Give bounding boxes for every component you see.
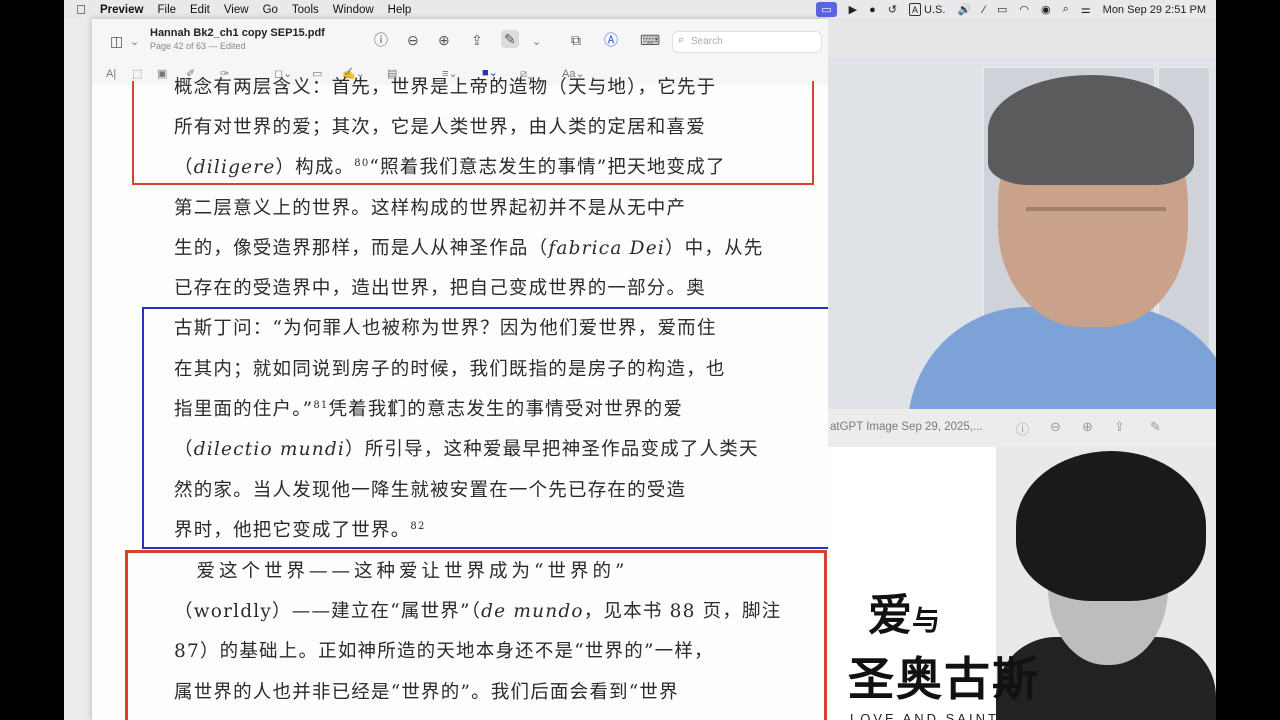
apple-menu-icon[interactable]: : [70, 2, 92, 17]
search-field[interactable]: ⌕ Search: [672, 31, 822, 53]
text-cursor-icon: ⌶: [387, 398, 398, 419]
share-icon[interactable]: ⇪: [1114, 419, 1125, 435]
input-source-label: U.S.: [924, 3, 946, 16]
app-menu[interactable]: Preview: [100, 4, 143, 16]
spotlight-search-icon[interactable]: ⌕: [1063, 2, 1069, 17]
zoom-out-icon[interactable]: ⊖: [1050, 419, 1061, 435]
book-subtitle: LOVE AND SAINT AUGUSTINE: [850, 711, 1108, 720]
book-cover-image: 爱与 圣奥古斯 LOVE AND SAINT AUGUSTINE: [828, 447, 1216, 720]
zoom-out-icon[interactable]: ⊖: [407, 33, 419, 47]
markup-pen-icon[interactable]: ✎: [501, 30, 519, 48]
history-icon[interactable]: ↺: [888, 2, 897, 17]
menu-window[interactable]: Window: [333, 4, 374, 16]
blue-highlight-box[interactable]: [142, 307, 828, 549]
search-icon: ⌕: [678, 34, 685, 46]
menu-extras: ▭ ▶ ● ↺ A U.S. 🔊 ⁄ ▭ ◠ ◉ ⌕ ⚌ Mon Sep 29 …: [816, 0, 1206, 19]
red-highlight-box[interactable]: [132, 81, 814, 185]
user-icon[interactable]: ◉: [1041, 2, 1051, 17]
form-filling-icon[interactable]: ⌨: [640, 33, 660, 47]
text-line: 已存在的受造界中，造出世界，把自己变成世界的一部分。奥: [174, 278, 706, 299]
menu-go[interactable]: Go: [263, 4, 278, 16]
menu-edit[interactable]: Edit: [190, 4, 210, 16]
info-icon[interactable]: ⓘ: [374, 33, 388, 47]
red-highlight-box[interactable]: [125, 550, 827, 720]
text-line: 生的，像受造界那样，而是人从神圣作品（fabrica Dei）中，从先: [174, 238, 764, 259]
menubar-clock[interactable]: Mon Sep 29 2:51 PM: [1103, 2, 1206, 17]
document-subtitle: Page 42 of 63 — Edited: [150, 41, 246, 51]
book-title-small: 与: [912, 604, 941, 637]
battery-icon[interactable]: ▭: [997, 2, 1007, 17]
book-title-char: 爱: [868, 590, 912, 641]
rotate-icon[interactable]: ⧉: [571, 33, 581, 47]
document-title[interactable]: Hannah Bk2_ch1 copy SEP15.pdf: [150, 27, 325, 39]
sidebar-toggle-icon[interactable]: ◫: [110, 34, 123, 48]
text-selection-icon[interactable]: A|: [106, 67, 116, 81]
record-icon[interactable]: ●: [869, 2, 876, 17]
markup-circle-icon[interactable]: Ⓐ: [604, 33, 618, 47]
rect-selection-icon[interactable]: ⬚: [132, 67, 142, 81]
desktop-strip: [64, 19, 92, 720]
menu-view[interactable]: View: [224, 4, 249, 16]
chevron-down-icon[interactable]: ⌄: [130, 35, 139, 49]
input-source[interactable]: A U.S.: [908, 2, 946, 17]
markup-chevron-icon[interactable]: ⌄: [532, 35, 541, 49]
menu-tools[interactable]: Tools: [292, 4, 319, 16]
window-titlebar: ◫ ⌄ Hannah Bk2_ch1 copy SEP15.pdf Page 4…: [92, 19, 828, 63]
control-center-icon[interactable]: ⚌: [1081, 2, 1091, 17]
share-icon[interactable]: ⇪: [471, 33, 483, 47]
instant-alpha-icon[interactable]: ▣: [157, 67, 167, 81]
preview-window: ◫ ⌄ Hannah Bk2_ch1 copy SEP15.pdf Page 4…: [92, 19, 828, 720]
right-letterbox: [1216, 0, 1280, 720]
mute-bell-icon[interactable]: ⁄: [983, 2, 985, 17]
screen-mirroring-icon[interactable]: ▭: [816, 2, 837, 17]
zoom-in-icon[interactable]: ⊕: [1082, 419, 1093, 435]
volume-icon[interactable]: 🔊: [957, 2, 971, 17]
keyboard-a-icon: A: [908, 3, 921, 16]
markup-pen-icon[interactable]: ✎: [1150, 419, 1161, 435]
zoom-in-icon[interactable]: ⊕: [438, 33, 450, 47]
portrait-hair: [1016, 451, 1206, 601]
play-icon[interactable]: ▶: [849, 2, 857, 17]
menu-help[interactable]: Help: [388, 4, 412, 16]
image-window-title[interactable]: atGPT Image Sep 29, 2025,...: [830, 421, 983, 433]
left-letterbox: [0, 0, 64, 720]
screen:  Preview File Edit View Go Tools Window…: [64, 0, 1216, 720]
menu-file[interactable]: File: [157, 4, 176, 16]
image-window-titlebar: atGPT Image Sep 29, 2025,... ⓘ ⊖ ⊕ ⇪ ✎: [828, 409, 1216, 448]
search-placeholder: Search: [691, 36, 723, 47]
webcam-video: [828, 57, 1216, 409]
info-icon[interactable]: ⓘ: [1016, 419, 1029, 438]
presenter-hair: [988, 75, 1194, 185]
text-line: 第二层意义上的世界。这样构成的世界起初并不是从无中产: [174, 198, 687, 219]
book-title-line1: 爱与: [868, 579, 940, 643]
pdf-page[interactable]: 概念有两层含义：首先，世界是上帝的造物（天与地），它先于 所有对世界的爱；其次，…: [92, 77, 828, 720]
menu-bar:  Preview File Edit View Go Tools Window…: [64, 0, 1216, 19]
presenter-eyes: [1026, 207, 1166, 211]
wifi-icon[interactable]: ◠: [1019, 2, 1029, 17]
book-title-line2: 圣奥古斯: [848, 652, 1040, 706]
